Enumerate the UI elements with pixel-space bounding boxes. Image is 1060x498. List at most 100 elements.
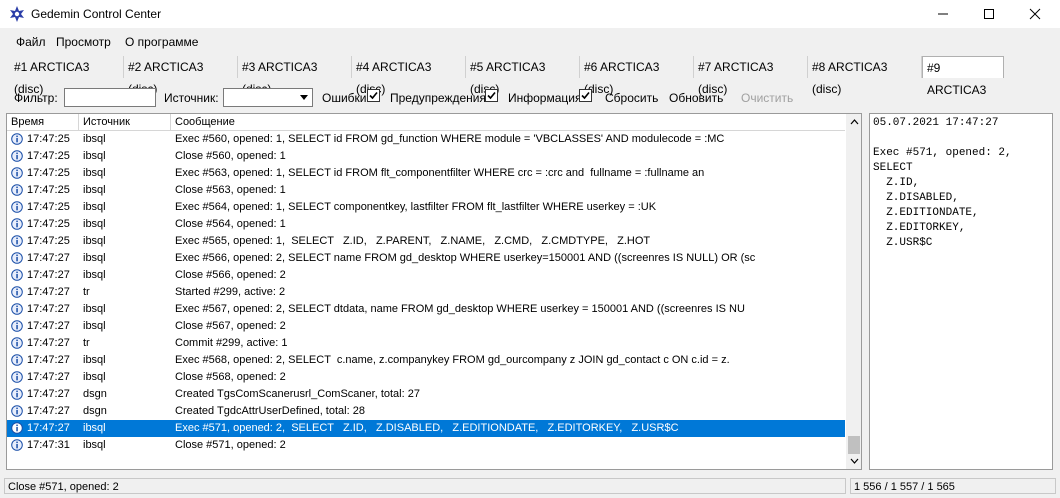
log-source: ibsql: [83, 422, 106, 434]
close-button[interactable]: [1012, 0, 1058, 28]
filter-input[interactable]: [64, 88, 156, 107]
log-row[interactable]: 17:47:27 ibsql Exec #571, opened: 2, SELEC…: [7, 420, 845, 437]
title-bar: Gedemin Control Center: [0, 0, 1060, 28]
log-row[interactable]: 17:47:25 ibsql Close #563, opened: 1: [7, 182, 845, 199]
log-time: 17:47:25: [27, 133, 70, 145]
tab-2[interactable]: #2 ARCTICA3 (disc): [124, 56, 238, 96]
detail-line: SELECT: [873, 162, 913, 174]
tab-8[interactable]: #8 ARCTICA3 (disc): [808, 56, 922, 96]
log-message: Close #566, opened: 2: [175, 269, 286, 281]
log-source: ibsql: [83, 235, 106, 247]
log-row[interactable]: 17:47:27 ibsql Exec #568, opened: 2, SELEC…: [7, 352, 845, 369]
scroll-down-icon[interactable]: [846, 453, 861, 469]
info-icon: [11, 286, 23, 298]
log-row[interactable]: 17:47:27 dsgn Created TgdcAttrUserDefined,…: [7, 403, 845, 420]
clear-button[interactable]: Очистить: [741, 91, 793, 105]
tab-4[interactable]: #4 ARCTICA3 (disc): [352, 56, 466, 96]
log-time: 17:47:31: [27, 439, 70, 451]
log-time: 17:47:27: [27, 405, 70, 417]
log-list[interactable]: Время Источник Сообщение 17:47:25 ibsql Ex…: [6, 113, 862, 470]
log-row[interactable]: 17:47:27 tr Commit #299, active: 1: [7, 335, 845, 352]
log-message: Exec #563, opened: 1, SELECT id FROM flt…: [175, 167, 705, 179]
log-source: ibsql: [83, 371, 106, 383]
log-row[interactable]: 17:47:27 tr Started #299, active: 2: [7, 284, 845, 301]
log-row[interactable]: 17:47:27 ibsql Close #566, opened: 2: [7, 267, 845, 284]
tab-7[interactable]: #7 ARCTICA3 (disc): [694, 56, 808, 96]
log-message: Commit #299, active: 1: [175, 337, 288, 349]
detail-line: Z.USR$C: [873, 237, 933, 249]
log-source: ibsql: [83, 320, 106, 332]
log-source: dsgn: [83, 388, 107, 400]
log-time: 17:47:27: [27, 286, 70, 298]
info-label: Информация: [508, 91, 582, 105]
log-scrollbar[interactable]: [846, 114, 861, 469]
chevron-down-icon[interactable]: [296, 89, 312, 106]
info-icon: [11, 303, 23, 315]
log-row[interactable]: 17:47:27 ibsql Close #568, opened: 2: [7, 369, 845, 386]
detail-pane[interactable]: 05.07.2021 17:47:27 Exec #571, opened: 2,…: [869, 113, 1053, 470]
log-row[interactable]: 17:47:25 ibsql Close #560, opened: 1: [7, 148, 845, 165]
menu-about[interactable]: О программе: [125, 35, 198, 49]
log-time: 17:47:27: [27, 269, 70, 281]
column-header-message[interactable]: Сообщение: [171, 114, 845, 130]
log-source: ibsql: [83, 201, 106, 213]
log-source: ibsql: [83, 252, 106, 264]
log-message: Exec #571, opened: 2, SELECT Z.ID, Z.DIS…: [175, 422, 679, 434]
menu-view[interactable]: Просмотр: [56, 35, 111, 49]
detail-line: Z.ID,: [873, 177, 920, 189]
detail-line: Z.EDITORKEY,: [873, 222, 966, 234]
minimize-button[interactable]: [920, 0, 966, 28]
log-time: 17:47:25: [27, 184, 70, 196]
maximize-button[interactable]: [966, 0, 1012, 28]
log-row[interactable]: 17:47:27 ibsql Exec #567, opened: 2, SELEC…: [7, 301, 845, 318]
log-message: Started #299, active: 2: [175, 286, 286, 298]
errors-checkbox[interactable]: [367, 89, 380, 102]
scroll-thumb[interactable]: [848, 436, 860, 454]
info-icon: [11, 201, 23, 213]
info-icon: [11, 337, 23, 349]
column-header-time[interactable]: Время: [7, 114, 79, 130]
info-icon: [11, 354, 23, 366]
log-source: ibsql: [83, 354, 106, 366]
log-row[interactable]: 17:47:25 ibsql Exec #564, opened: 1, SELEC…: [7, 199, 845, 216]
log-row[interactable]: 17:47:31 ibsql Close #571, opened: 2: [7, 437, 845, 454]
log-row[interactable]: 17:47:27 ibsql Exec #566, opened: 2, SELEC…: [7, 250, 845, 267]
tab-9[interactable]: #9 ARCTICA3: [922, 56, 1004, 97]
scroll-up-icon[interactable]: [846, 114, 861, 130]
log-time: 17:47:25: [27, 150, 70, 162]
info-icon: [11, 167, 23, 179]
detail-lines: 05.07.2021 17:47:27 Exec #571, opened: 2,…: [873, 116, 1049, 251]
log-time: 17:47:25: [27, 167, 70, 179]
log-message: Close #568, opened: 2: [175, 371, 286, 383]
tab-5[interactable]: #5 ARCTICA3 (disc): [466, 56, 580, 96]
info-icon: [11, 371, 23, 383]
connection-tabs: #1 ARCTICA3 (disc) #2 ARCTICA3 (disc) #3…: [0, 54, 1060, 97]
info-icon: [11, 405, 23, 417]
log-message: Close #563, opened: 1: [175, 184, 286, 196]
log-row[interactable]: 17:47:27 ibsql Close #567, opened: 2: [7, 318, 845, 335]
warnings-checkbox[interactable]: [485, 89, 498, 102]
menu-file[interactable]: Файл: [16, 35, 46, 49]
log-row[interactable]: 17:47:25 ibsql Exec #560, opened: 1, SELEC…: [7, 131, 845, 148]
source-label: Источник:: [164, 91, 219, 105]
column-header-source[interactable]: Источник: [79, 114, 171, 130]
log-row[interactable]: 17:47:25 ibsql Exec #565, opened: 1, SELEC…: [7, 233, 845, 250]
log-message: Created TgdcAttrUserDefined, total: 28: [175, 405, 365, 417]
tab-1[interactable]: #1 ARCTICA3 (disc): [10, 56, 124, 96]
source-select[interactable]: [223, 88, 313, 107]
tab-3[interactable]: #3 ARCTICA3 (disc): [238, 56, 352, 96]
detail-line: 05.07.2021 17:47:27: [873, 117, 999, 129]
reset-button[interactable]: Сбросить: [605, 91, 658, 105]
log-source: ibsql: [83, 439, 106, 451]
log-row[interactable]: 17:47:25 ibsql Exec #563, opened: 1, SELEC…: [7, 165, 845, 182]
filter-bar: Фильтр: Источник: Ошибки Предупреждения …: [0, 84, 1060, 112]
tab-6[interactable]: #6 ARCTICA3 (disc): [580, 56, 694, 96]
log-source: tr: [83, 286, 90, 298]
refresh-button[interactable]: Обновить: [669, 91, 723, 105]
log-row[interactable]: 17:47:25 ibsql Close #564, opened: 1: [7, 216, 845, 233]
log-time: 17:47:25: [27, 235, 70, 247]
log-row[interactable]: 17:47:27 dsgn Created TgsComScanerusrl_Com…: [7, 386, 845, 403]
info-checkbox[interactable]: [579, 89, 592, 102]
log-message: Exec #565, opened: 1, SELECT Z.ID, Z.PAR…: [175, 235, 651, 247]
window-title: Gedemin Control Center: [31, 7, 162, 21]
